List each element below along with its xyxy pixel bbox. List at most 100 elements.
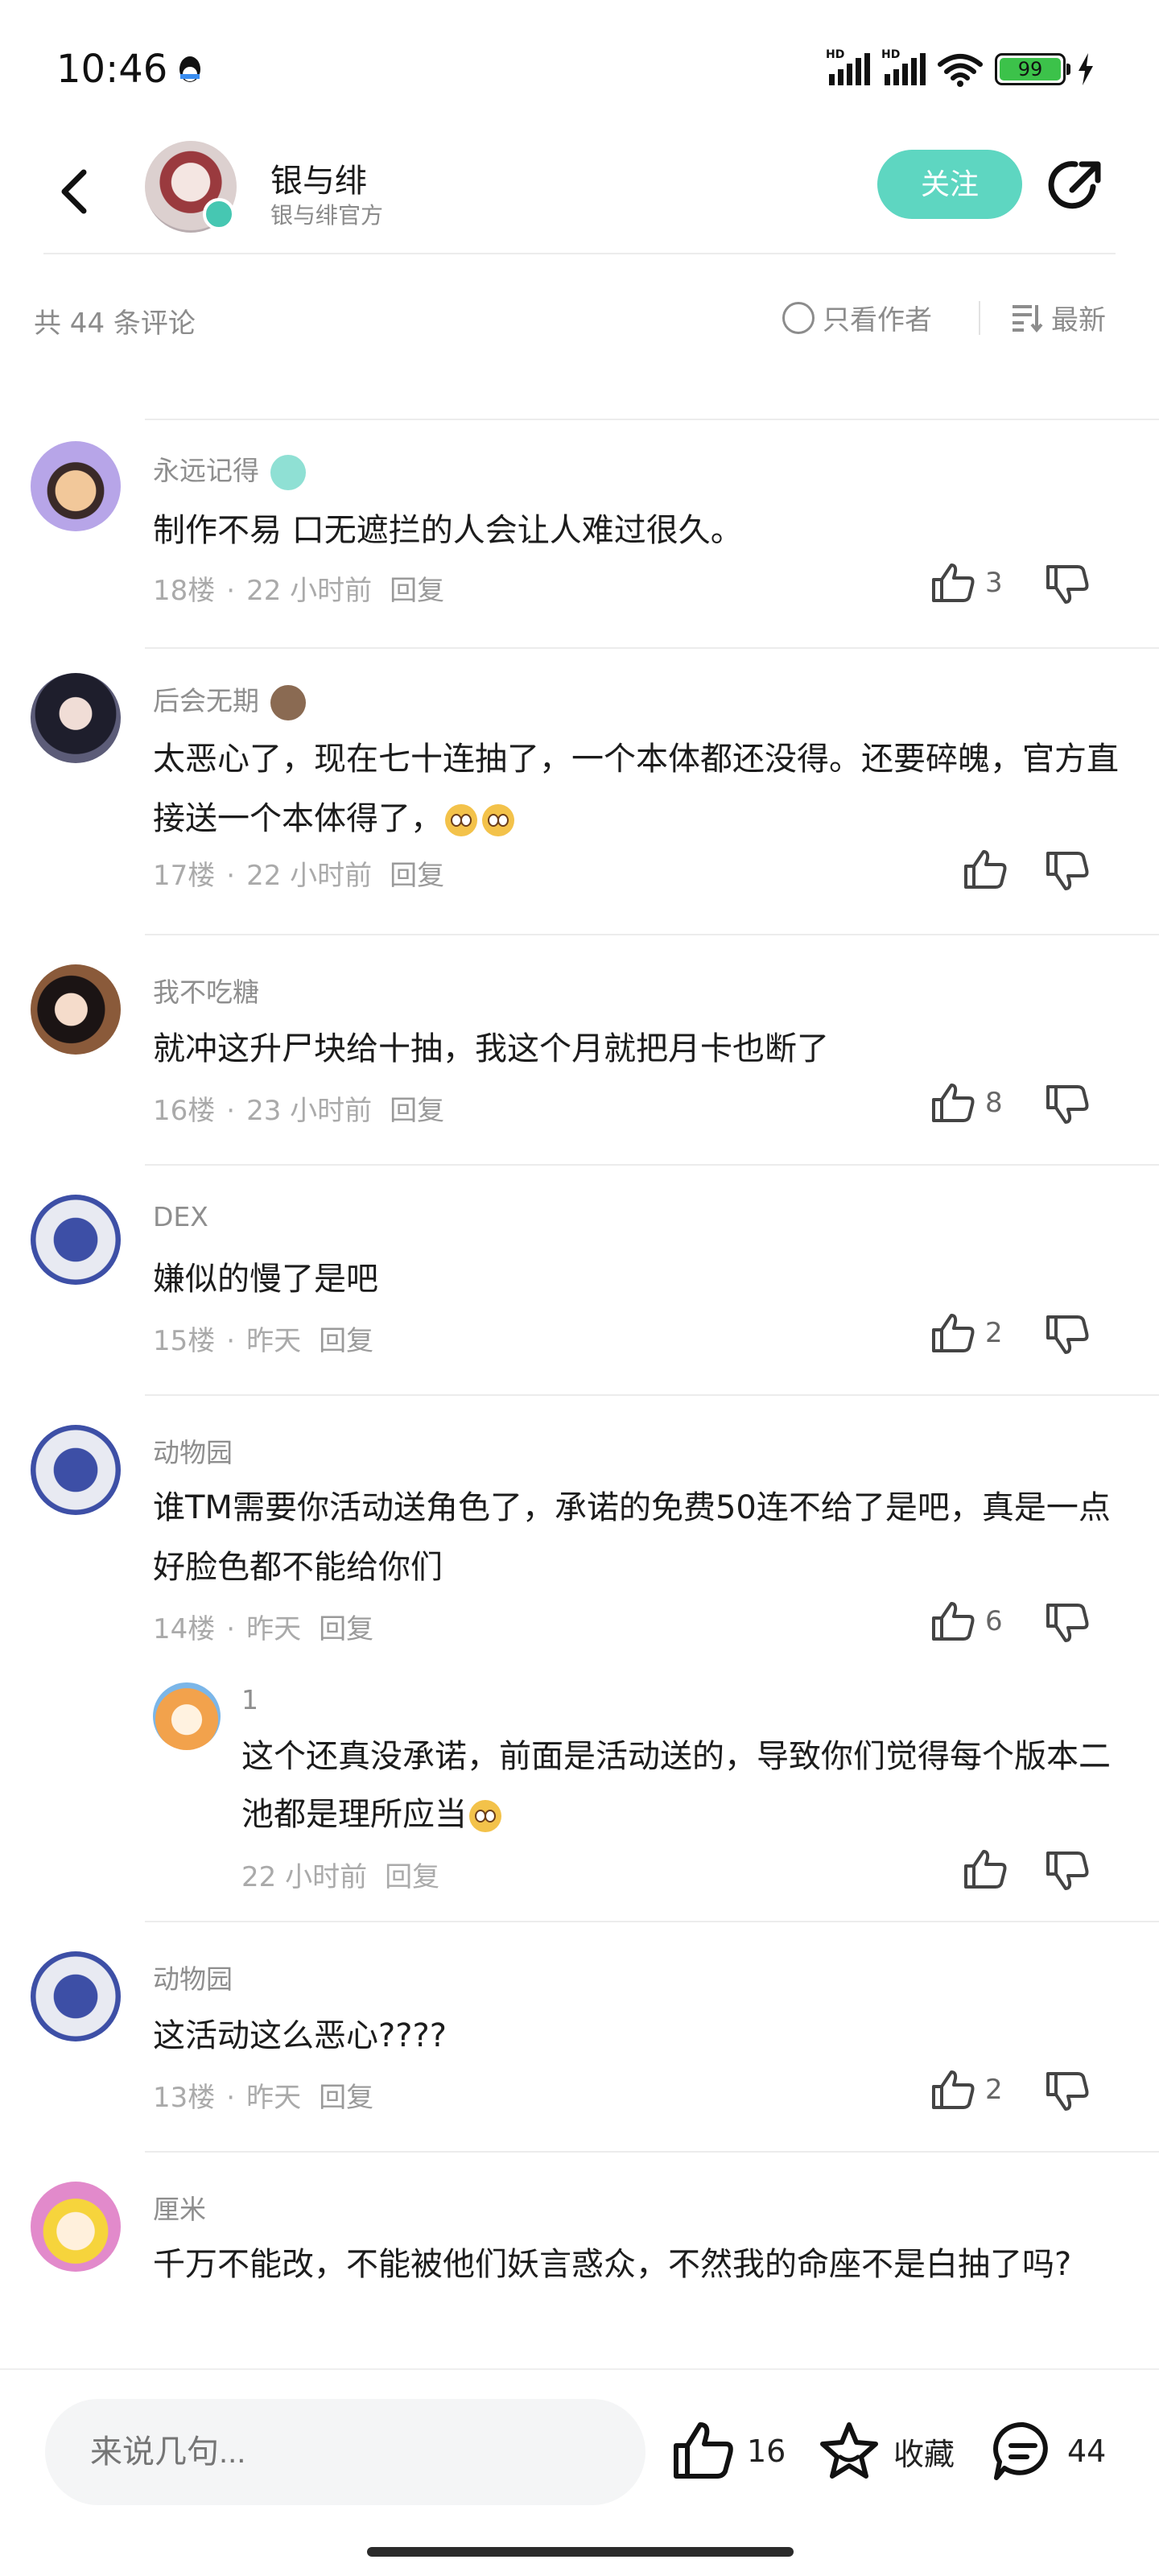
reply-button[interactable]: 回复	[385, 1861, 439, 1893]
favorite-label: 收藏	[893, 2436, 955, 2472]
thumbs-up-icon	[674, 2422, 733, 2479]
comment-text: 这活动这么恶心????	[153, 2017, 447, 2054]
thumbs-down-icon[interactable]	[1045, 850, 1090, 892]
comment-total: 44	[1067, 2434, 1107, 2469]
username[interactable]: DEX	[153, 1201, 208, 1232]
thumbs-up-icon	[932, 1602, 975, 1641]
thumbs-up-icon	[932, 1084, 975, 1122]
page-header: 银与绯 银与绯官方 关注	[0, 137, 1159, 258]
post-like-count: 16	[747, 2434, 786, 2469]
divider	[979, 301, 980, 335]
emoji-icon	[469, 1800, 501, 1832]
username[interactable]: 厘米	[153, 2188, 206, 2227]
level-badge-icon	[270, 454, 306, 490]
reply-button[interactable]: 回复	[390, 575, 444, 607]
comment-meta: 13楼 · 昨天 回复	[153, 2082, 374, 2114]
thumbs-down-icon[interactable]	[1045, 1084, 1090, 1125]
emoji-icon	[482, 804, 514, 836]
user-avatar[interactable]	[31, 1425, 121, 1515]
divider	[145, 1164, 1159, 1166]
cell-signal-1-icon: HD	[826, 48, 870, 85]
floor-number: 16楼	[153, 1095, 216, 1127]
comment-meta: 16楼 · 23 小时前 回复	[153, 1095, 445, 1127]
sort-toggle[interactable]: 最新	[1011, 298, 1106, 337]
reply-time: 22 小时前	[241, 1861, 368, 1893]
comment-time: 昨天	[246, 1613, 302, 1645]
thumbs-down-icon[interactable]	[1045, 564, 1090, 605]
reply-button[interactable]: 回复	[319, 2082, 373, 2114]
header-divider	[43, 253, 1116, 254]
like-count: 6	[985, 1605, 1003, 1637]
username[interactable]: 我不吃糖	[153, 971, 259, 1009]
sort-icon	[1013, 304, 1043, 332]
thumbs-down-icon[interactable]	[1045, 1850, 1090, 1892]
favorite-button[interactable]: 收藏	[818, 2420, 955, 2483]
follow-button[interactable]: 关注	[877, 150, 1022, 219]
like-button[interactable]	[963, 848, 1017, 890]
comment-item: 厘米 千万不能改，不能被他们妖言惑众，不然我的命座不是白抽了吗?	[0, 2151, 1159, 2368]
share-icon[interactable]	[1046, 155, 1107, 216]
comment-meta: 15楼 · 昨天 回复	[153, 1325, 374, 1357]
reply-button[interactable]: 回复	[319, 1613, 373, 1645]
comments-button[interactable]: 44	[992, 2420, 1106, 2483]
post-like-button[interactable]: 16	[671, 2420, 786, 2483]
status-bar: 10:46 HD HD 99	[0, 0, 1159, 137]
verified-badge-icon	[203, 198, 235, 230]
comment-count-bar: 共 44 条评论 只看作者 最新	[0, 290, 1159, 354]
floor-number: 15楼	[153, 1325, 216, 1357]
author-name[interactable]: 银与绯	[270, 155, 367, 201]
reply-text: 这个还真没承诺，前面是活动送的，导致你们觉得每个版本二池都是理所应当	[241, 1738, 1111, 1833]
divider	[145, 1394, 1159, 1396]
like-button[interactable]: 6	[930, 1600, 1003, 1642]
radio-circle-icon	[782, 301, 815, 334]
comment-meta: 17楼 · 22 小时前 回复	[153, 860, 445, 892]
user-avatar[interactable]	[31, 673, 121, 763]
thumbs-up-icon	[932, 1314, 975, 1352]
comment-text: 嫌似的慢了是吧	[153, 1261, 378, 1298]
comment-count: 共 44 条评论	[34, 308, 196, 340]
user-avatar[interactable]	[31, 1195, 121, 1285]
back-arrow-icon[interactable]	[53, 159, 93, 224]
sort-label: 最新	[1051, 304, 1106, 336]
bottom-action-bar: 16 收藏 44	[0, 2368, 1159, 2576]
username[interactable]: 动物园	[153, 1958, 233, 1996]
like-count: 2	[985, 1317, 1003, 1349]
reply-button[interactable]: 回复	[390, 1095, 444, 1127]
comment-time: 23 小时前	[246, 1095, 373, 1127]
comment-input[interactable]	[45, 2399, 645, 2505]
floor-number: 17楼	[153, 860, 216, 892]
thumbs-down-icon[interactable]	[1045, 2070, 1090, 2112]
like-button[interactable]	[963, 1848, 1008, 1890]
status-time: 10:46	[56, 47, 168, 92]
only-author-toggle[interactable]: 只看作者	[782, 298, 932, 337]
user-avatar[interactable]	[31, 964, 121, 1055]
comment-text: 制作不易 口无遮拦的人会让人难过很久。	[153, 512, 743, 549]
username[interactable]: 后会无期	[153, 679, 306, 720]
reply-user-avatar[interactable]	[153, 1682, 221, 1750]
like-button[interactable]: 2	[930, 2069, 1003, 2111]
qq-notification-icon	[179, 56, 200, 82]
home-indicator[interactable]	[367, 2547, 794, 2557]
thumbs-down-icon[interactable]	[1045, 1602, 1090, 1644]
comment-time: 22 小时前	[246, 860, 373, 892]
divider	[145, 419, 1159, 420]
reply-username[interactable]: 1	[241, 1684, 258, 1715]
username[interactable]: 动物园	[153, 1431, 233, 1470]
user-avatar[interactable]	[31, 441, 121, 531]
thumbs-down-icon[interactable]	[1045, 1314, 1090, 1356]
reply-button[interactable]: 回复	[319, 1325, 373, 1357]
like-button[interactable]: 2	[930, 1312, 1003, 1354]
wifi-icon	[938, 54, 983, 87]
like-button[interactable]: 3	[930, 562, 1003, 604]
thumbs-up-icon	[932, 564, 975, 602]
comment-bubble-icon	[993, 2421, 1048, 2480]
like-button[interactable]: 8	[930, 1082, 1003, 1124]
user-avatar[interactable]	[31, 2182, 121, 2272]
reply-button[interactable]: 回复	[390, 860, 444, 892]
thumbs-up-icon	[964, 850, 1007, 889]
user-avatar[interactable]	[31, 1951, 121, 2041]
divider	[145, 1921, 1159, 1922]
username[interactable]: 永远记得	[153, 449, 306, 490]
cell-signal-2-icon: HD	[881, 48, 926, 85]
battery-icon: 99	[995, 53, 1070, 85]
